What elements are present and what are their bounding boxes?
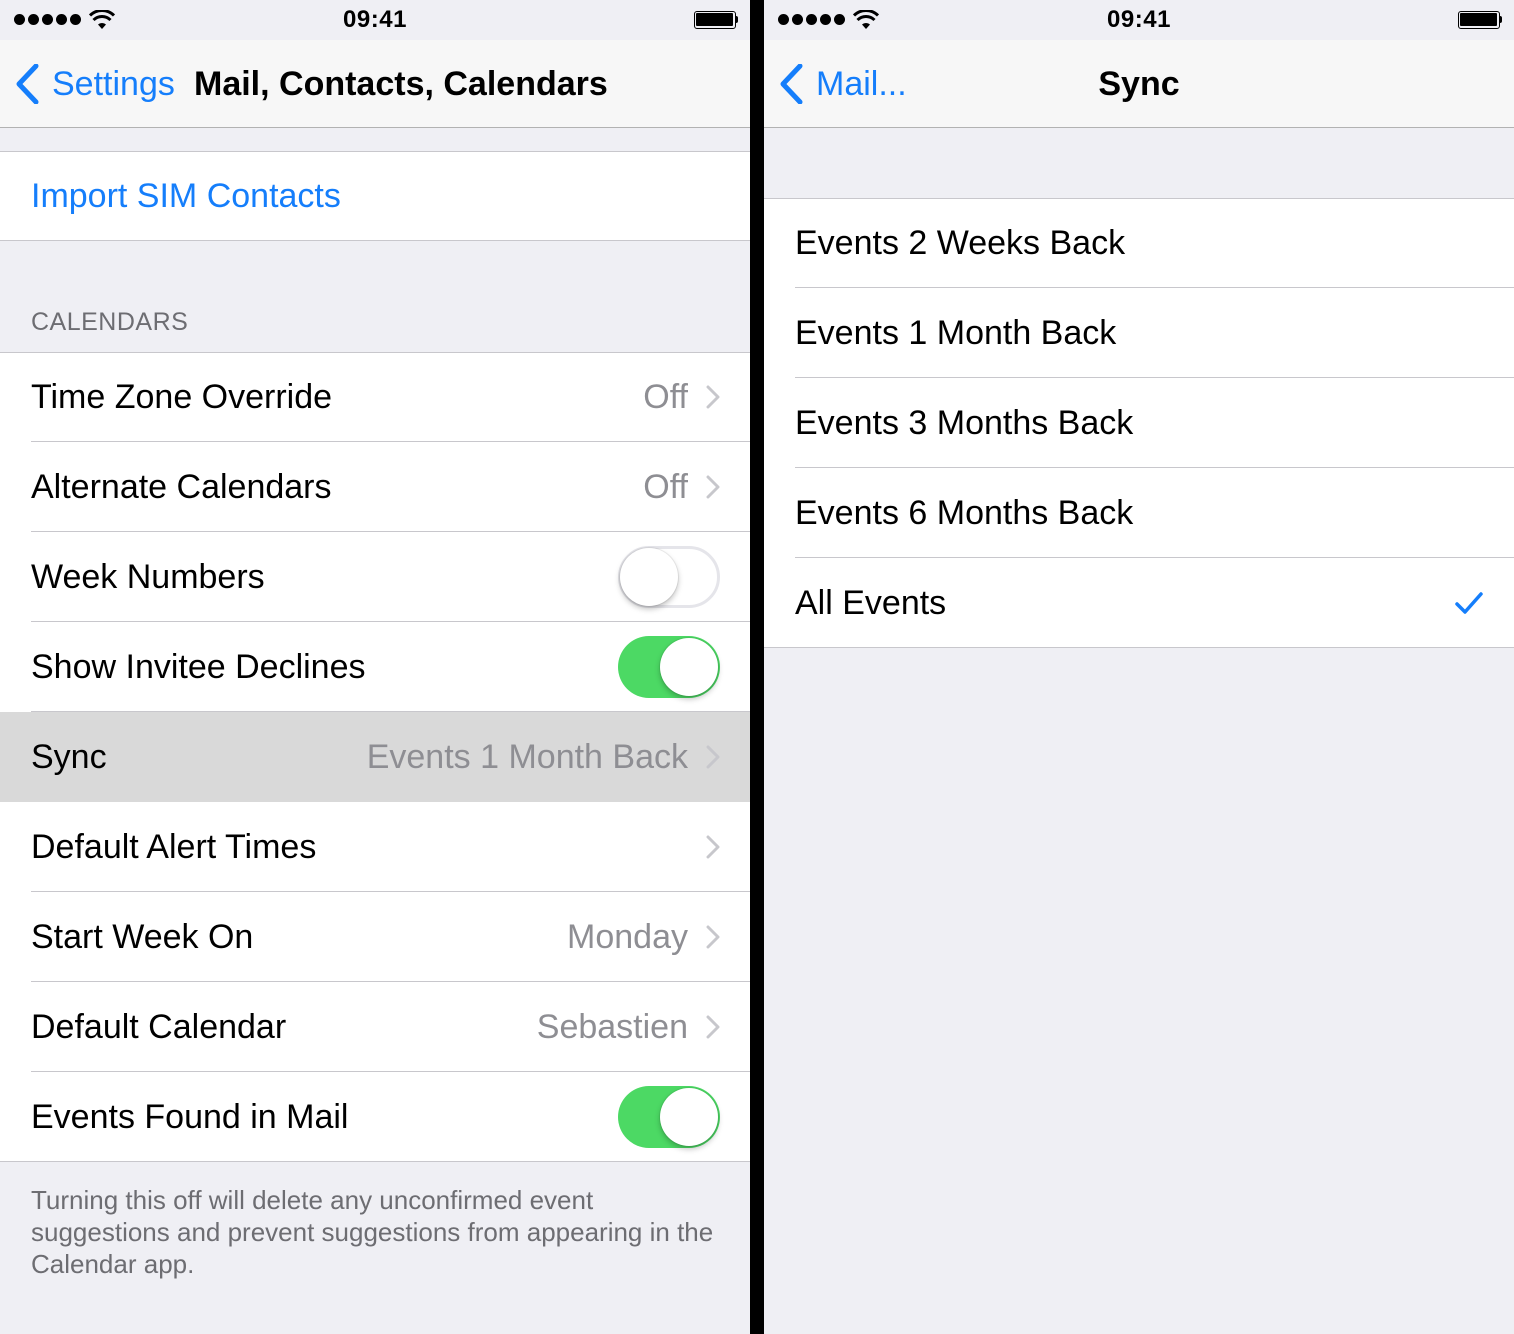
option-label: Events 6 Months Back: [795, 493, 1134, 532]
status-time: 09:41: [1107, 6, 1171, 33]
back-button-settings[interactable]: Settings: [16, 40, 175, 128]
option-label: Events 1 Month Back: [795, 313, 1117, 352]
default-calendar-row[interactable]: Default Calendar Sebastien: [0, 982, 750, 1072]
chevron-left-icon: [16, 64, 39, 104]
sync-screen: 09:41 Mail... Sync Events 2 Weeks Back E…: [764, 0, 1514, 1334]
chevron-right-icon: [706, 745, 720, 769]
sync-option-3-months[interactable]: Events 3 Months Back: [764, 378, 1514, 468]
page-title: Mail, Contacts, Calendars: [194, 65, 608, 103]
default-alert-times-row[interactable]: Default Alert Times: [0, 802, 750, 892]
row-label: Sync: [31, 737, 107, 776]
chevron-right-icon: [706, 835, 720, 859]
show-invitee-declines-toggle[interactable]: [618, 636, 720, 698]
import-sim-contacts-label: Import SIM Contacts: [31, 176, 341, 215]
chevron-right-icon: [706, 1015, 720, 1039]
calendars-group: Time Zone Override Off Alternate Calenda…: [0, 352, 750, 1162]
option-label: Events 2 Weeks Back: [795, 223, 1126, 262]
events-found-in-mail-row: Events Found in Mail: [0, 1072, 750, 1162]
sync-option-6-months[interactable]: Events 6 Months Back: [764, 468, 1514, 558]
row-label: Show Invitee Declines: [31, 647, 366, 686]
sync-options-group: Events 2 Weeks Back Events 1 Month Back …: [764, 198, 1514, 648]
back-label: Settings: [52, 64, 175, 103]
option-label: All Events: [795, 583, 947, 622]
week-numbers-row: Week Numbers: [0, 532, 750, 622]
alternate-calendars-row[interactable]: Alternate Calendars Off: [0, 442, 750, 532]
sync-option-2-weeks[interactable]: Events 2 Weeks Back: [764, 198, 1514, 288]
row-label: Default Calendar: [31, 1007, 287, 1046]
row-value: Off: [643, 467, 688, 506]
row-value: Sebastien: [536, 1007, 688, 1046]
section-header-calendars: CALENDARS: [31, 308, 189, 336]
battery-icon: [1458, 11, 1502, 29]
checkmark-icon: [1455, 592, 1483, 614]
status-bar: 09:41: [764, 0, 1514, 40]
sync-option-all-events[interactable]: All Events: [764, 558, 1514, 648]
row-label: Events Found in Mail: [31, 1097, 349, 1136]
show-invitee-declines-row: Show Invitee Declines: [0, 622, 750, 712]
import-sim-contacts-button[interactable]: Import SIM Contacts: [0, 151, 750, 241]
import-group: Import SIM Contacts: [0, 151, 750, 241]
navigation-bar: Mail... Sync: [764, 40, 1514, 128]
row-label: Week Numbers: [31, 557, 265, 596]
chevron-right-icon: [706, 925, 720, 949]
status-time: 09:41: [343, 6, 407, 33]
chevron-right-icon: [706, 475, 720, 499]
row-value: Off: [643, 377, 688, 416]
row-value: Events 1 Month Back: [366, 737, 688, 776]
time-zone-override-row[interactable]: Time Zone Override Off: [0, 352, 750, 442]
row-value: Monday: [567, 917, 688, 956]
chevron-right-icon: [706, 385, 720, 409]
section-footer: Turning this off will delete any unconfi…: [31, 1185, 714, 1279]
row-label: Alternate Calendars: [31, 467, 332, 506]
page-title: Sync: [1098, 65, 1180, 103]
option-label: Events 3 Months Back: [795, 403, 1134, 442]
sync-row[interactable]: Sync Events 1 Month Back: [0, 712, 750, 802]
mail-contacts-calendars-screen: 09:41 Settings Mail, Contacts, Calendars…: [0, 0, 750, 1334]
week-numbers-toggle[interactable]: [618, 546, 720, 608]
row-label: Time Zone Override: [31, 377, 333, 416]
battery-icon: [694, 11, 738, 29]
events-found-in-mail-toggle[interactable]: [618, 1086, 720, 1148]
row-label: Start Week On: [31, 917, 254, 956]
status-bar: 09:41: [0, 0, 750, 40]
start-week-on-row[interactable]: Start Week On Monday: [0, 892, 750, 982]
navigation-bar: Settings Mail, Contacts, Calendars: [0, 40, 750, 128]
row-label: Default Alert Times: [31, 827, 317, 866]
sync-option-1-month[interactable]: Events 1 Month Back: [764, 288, 1514, 378]
